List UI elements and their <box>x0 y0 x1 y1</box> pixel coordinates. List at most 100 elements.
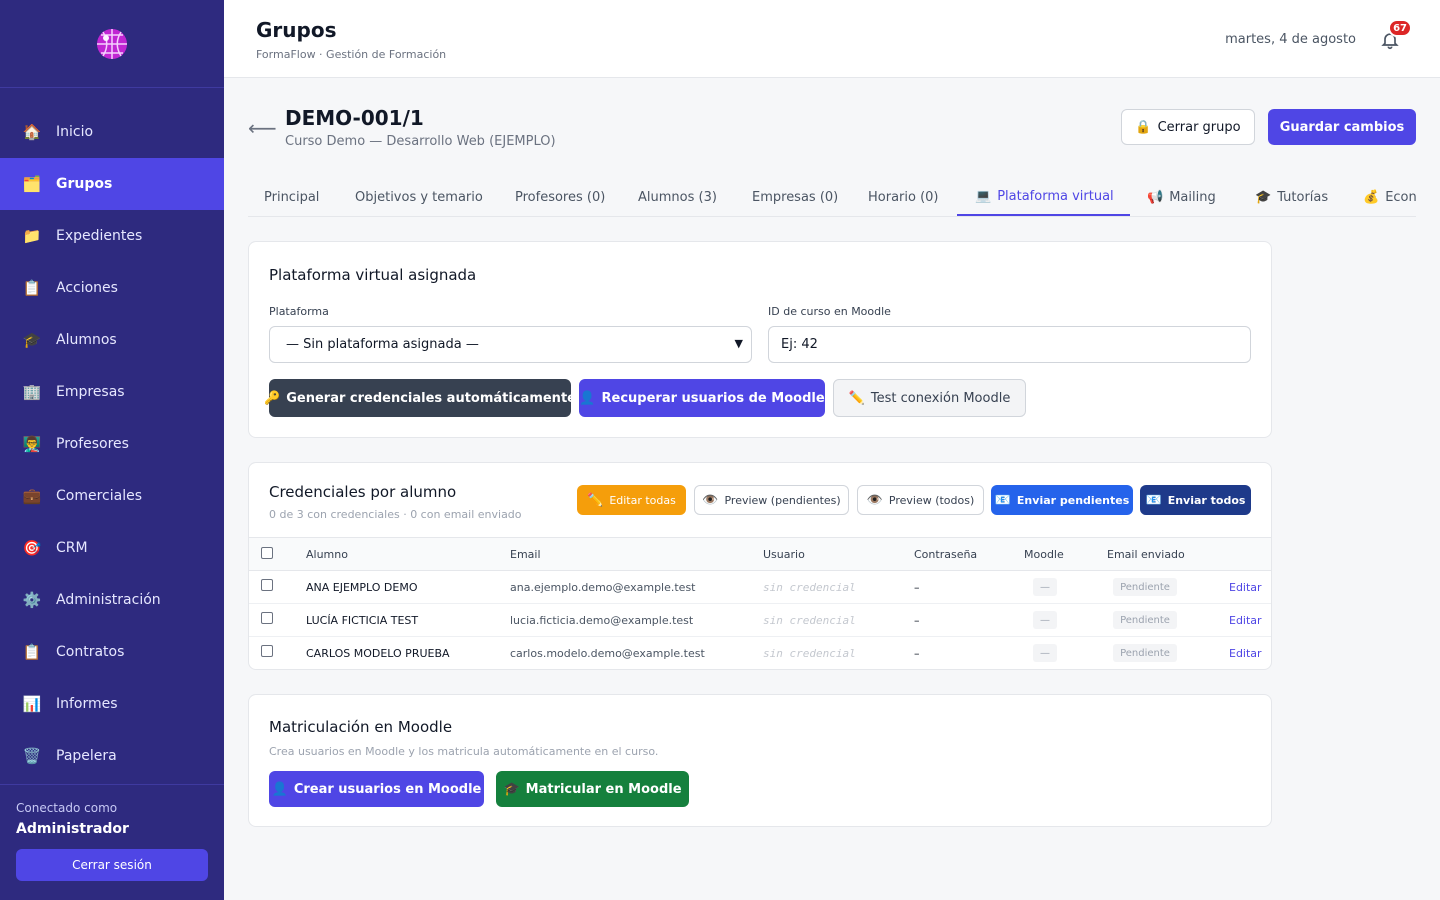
tab-label: Profesores (0) <box>515 189 606 205</box>
tab-principal[interactable]: Principal <box>264 178 319 216</box>
group-code: DEMO-001/1 <box>285 106 424 130</box>
generate-credentials-button[interactable]: 🔑 Generar credenciales automáticamente <box>264 379 576 417</box>
tab-plataforma-virtual[interactable]: 💻 Plataforma virtual <box>957 178 1130 216</box>
page-title: Grupos <box>256 18 337 42</box>
card-index-icon: 🗂️ <box>22 175 42 193</box>
edit-row-link[interactable]: Editar <box>1229 614 1262 627</box>
platform-select[interactable]: — Sin plataforma asignada — ▼ <box>269 326 752 363</box>
sidebar-item-alumnos[interactable]: 🎓 Alumnos <box>0 314 224 366</box>
email-status-badge: Pendiente <box>1113 611 1177 629</box>
sidebar-item-label: Profesores <box>56 436 129 452</box>
row-checkbox[interactable] <box>261 645 273 657</box>
graduation-cap-icon: 🎓 <box>1255 189 1272 205</box>
student-password: – <box>914 581 920 594</box>
send-all-button[interactable]: 📧 Enviar todos <box>1140 485 1251 515</box>
envelope-icon: 📧 <box>994 492 1011 508</box>
col-email: Email <box>510 548 541 561</box>
credentials-summary: 0 de 3 con credenciales · 0 con email en… <box>269 508 522 521</box>
send-pending-button[interactable]: 📧 Enviar pendientes <box>991 485 1133 515</box>
chevron-down-icon: ▼ <box>734 337 743 350</box>
send-pending-label: Enviar pendientes <box>1016 493 1130 507</box>
sidebar-item-administracion[interactable]: ⚙️ Administración <box>0 574 224 626</box>
gear-icon: ⚙️ <box>22 591 42 609</box>
tab-empresas[interactable]: Empresas (0) <box>752 178 838 216</box>
sidebar-item-label: Administración <box>56 592 161 608</box>
breadcrumb: FormaFlow · Gestión de Formación <box>256 48 447 61</box>
tab-label: Objetivos y temario <box>355 189 483 205</box>
close-group-button[interactable]: 🔒 Cerrar grupo <box>1121 109 1255 145</box>
sidebar-item-label: Alumnos <box>56 332 117 348</box>
tab-alumnos[interactable]: Alumnos (3) <box>638 178 717 216</box>
save-changes-button[interactable]: Guardar cambios <box>1268 109 1416 145</box>
user-icon: 👤 <box>271 781 288 797</box>
clipboard-icon: 📋 <box>22 279 42 297</box>
generate-credentials-label: Generar credenciales automáticamente <box>286 390 576 406</box>
megaphone-icon: 📢 <box>1147 189 1164 205</box>
sidebar-item-papelera[interactable]: 🗑️ Papelera <box>0 730 224 782</box>
send-all-label: Enviar todos <box>1167 493 1246 507</box>
sidebar-item-expedientes[interactable]: 📁 Expedientes <box>0 210 224 262</box>
table-row: LUCÍA FICTICIA TEST lucia.ficticia.demo@… <box>249 604 1271 637</box>
clipboard-icon: 📋 <box>22 643 42 661</box>
logout-button[interactable]: Cerrar sesión <box>16 849 208 881</box>
envelope-icon: 📧 <box>1145 492 1162 508</box>
row-checkbox[interactable] <box>261 579 273 591</box>
graduation-cap-icon: 🎓 <box>22 331 42 349</box>
create-moodle-users-button[interactable]: 👤 Crear usuarios en Moodle <box>269 771 484 807</box>
moodle-id-input[interactable]: Ej: 42 <box>768 326 1251 363</box>
col-alumno: Alumno <box>306 548 348 561</box>
lock-icon: 🔒 <box>1135 119 1152 135</box>
folder-icon: 📁 <box>22 227 42 245</box>
sidebar-item-acciones[interactable]: 📋 Acciones <box>0 262 224 314</box>
sidebar-item-informes[interactable]: 📊 Informes <box>0 678 224 730</box>
sidebar-footer: Conectado como Administrador Cerrar sesi… <box>0 784 224 897</box>
student-password: – <box>914 614 920 627</box>
sidebar: 🏠 Inicio 🗂️ Grupos 📁 Expedientes 📋 Acciones … <box>0 0 224 900</box>
sidebar-item-label: Informes <box>56 696 118 712</box>
preview-all-label: Preview (todos) <box>888 493 975 507</box>
sidebar-item-crm[interactable]: 🎯 CRM <box>0 522 224 574</box>
tab-profesores[interactable]: Profesores (0) <box>515 178 605 216</box>
money-bag-icon: 💰 <box>1363 189 1380 205</box>
tab-economico[interactable]: 💰 Econ <box>1363 178 1416 216</box>
tab-mailing[interactable]: 📢 Mailing <box>1147 178 1216 216</box>
student-email: carlos.modelo.demo@example.test <box>510 647 705 660</box>
platform-select-value: — Sin plataforma asignada — <box>286 337 479 352</box>
enroll-moodle-button[interactable]: 🎓 Matricular en Moodle <box>496 771 689 807</box>
tab-objetivos[interactable]: Objetivos y temario <box>355 178 483 216</box>
student-email: ana.ejemplo.demo@example.test <box>510 581 696 594</box>
preview-all-button[interactable]: 👁️ Preview (todos) <box>857 485 984 515</box>
tab-label: Horario (0) <box>868 189 939 205</box>
edit-row-link[interactable]: Editar <box>1229 647 1262 660</box>
enroll-moodle-label: Matricular en Moodle <box>525 781 682 797</box>
edit-all-button[interactable]: ✏️ Editar todas <box>577 485 686 515</box>
moodle-status: — <box>1033 611 1057 629</box>
sidebar-item-contratos[interactable]: 📋 Contratos <box>0 626 224 678</box>
computer-icon: 💻 <box>975 188 992 204</box>
tab-tutorias[interactable]: 🎓 Tutorías <box>1255 178 1328 216</box>
test-moodle-connection-button[interactable]: ✏️ Test conexión Moodle <box>833 379 1026 417</box>
tab-horario[interactable]: Horario (0) <box>868 178 939 216</box>
row-checkbox[interactable] <box>261 612 273 624</box>
recover-moodle-users-button[interactable]: 👤 Recuperar usuarios de Moodle <box>579 379 825 417</box>
enrollment-description: Crea usuarios en Moodle y los matricula … <box>269 745 659 758</box>
sidebar-item-inicio[interactable]: 🏠 Inicio <box>0 106 224 158</box>
moodle-status: — <box>1033 578 1057 596</box>
email-status-badge: Pendiente <box>1113 644 1177 662</box>
edit-all-label: Editar todas <box>609 493 676 507</box>
graduation-cap-icon: 🎓 <box>503 781 520 797</box>
edit-row-link[interactable]: Editar <box>1229 581 1262 594</box>
student-username: sin credencial <box>763 647 856 660</box>
sidebar-item-comerciales[interactable]: 💼 Comerciales <box>0 470 224 522</box>
platform-card-title: Plataforma virtual asignada <box>269 266 477 284</box>
pencil-icon: ✏️ <box>848 390 865 406</box>
preview-pending-button[interactable]: 👁️ Preview (pendientes) <box>694 485 849 515</box>
sidebar-item-grupos[interactable]: 🗂️ Grupos <box>0 158 224 210</box>
col-usuario: Usuario <box>763 548 805 561</box>
sidebar-item-empresas[interactable]: 🏢 Empresas <box>0 366 224 418</box>
topbar: Grupos FormaFlow · Gestión de Formación … <box>224 0 1440 78</box>
back-arrow-icon[interactable]: ⟵ <box>248 116 277 140</box>
user-icon: 👤 <box>579 390 596 406</box>
sidebar-item-profesores[interactable]: 👨‍🏫 Profesores <box>0 418 224 470</box>
select-all-checkbox[interactable] <box>261 547 273 559</box>
